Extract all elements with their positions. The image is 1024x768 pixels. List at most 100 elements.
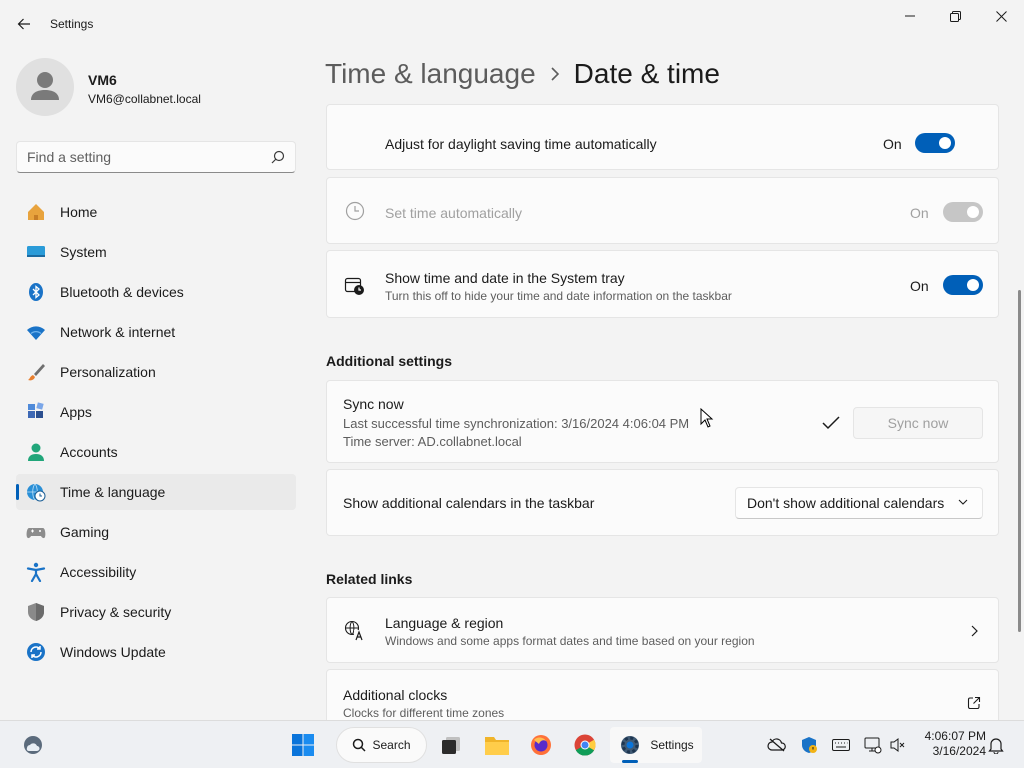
sidebar-item-network[interactable]: Network & internet bbox=[16, 314, 296, 350]
search-icon bbox=[353, 738, 367, 752]
sync-now-button[interactable]: Sync now bbox=[853, 407, 983, 439]
keyboard-icon[interactable] bbox=[832, 738, 850, 752]
related-links-heading: Related links bbox=[326, 571, 413, 587]
tray-title: Show time and date in the System tray bbox=[385, 270, 625, 286]
calendars-dropdown[interactable]: Don't show additional calendars bbox=[735, 487, 983, 519]
breadcrumb: Time & language Date & time bbox=[325, 58, 720, 90]
sidebar-item-gaming[interactable]: Gaming bbox=[16, 514, 296, 550]
sidebar-item-label: Windows Update bbox=[60, 644, 166, 660]
chevron-right-icon bbox=[971, 625, 978, 637]
app-title: Settings bbox=[50, 17, 94, 31]
sidebar-item-label: Accessibility bbox=[60, 564, 137, 580]
restore-icon bbox=[949, 10, 961, 22]
additional-settings-heading: Additional settings bbox=[326, 353, 452, 369]
title-bar: Settings bbox=[0, 0, 1024, 48]
security-shield-icon[interactable] bbox=[800, 736, 818, 754]
volume-muted-icon[interactable] bbox=[889, 736, 907, 754]
dst-toggle[interactable] bbox=[915, 133, 955, 153]
set-time-auto-toggle[interactable] bbox=[943, 202, 983, 222]
sidebar-nav: Home System Bluetooth & devices Network … bbox=[16, 194, 296, 674]
task-view-button[interactable] bbox=[433, 727, 469, 763]
bluetooth-icon bbox=[26, 282, 46, 302]
taskbar-settings-label: Settings bbox=[650, 738, 694, 752]
sidebar-item-label: Accounts bbox=[60, 444, 118, 460]
system-clock[interactable]: 4:06:07 PM 3/16/2024 bbox=[916, 729, 986, 759]
set-time-auto-card: Set time automatically On bbox=[326, 177, 999, 244]
language-icon bbox=[344, 620, 366, 642]
sync-card: Sync now Last successful time synchroniz… bbox=[326, 380, 999, 463]
additional-clocks-title: Additional clocks bbox=[343, 687, 448, 703]
search-icon[interactable] bbox=[271, 150, 285, 164]
shield-icon bbox=[26, 602, 46, 622]
tray-toggle[interactable] bbox=[943, 275, 983, 295]
set-time-auto-title: Set time automatically bbox=[385, 205, 522, 221]
system-icon bbox=[26, 242, 46, 262]
set-time-auto-state: On bbox=[910, 205, 929, 221]
search-input[interactable] bbox=[17, 142, 262, 172]
start-button[interactable] bbox=[284, 727, 322, 763]
sidebar-item-windows-update[interactable]: Windows Update bbox=[16, 634, 296, 670]
sidebar-item-privacy[interactable]: Privacy & security bbox=[16, 594, 296, 630]
sidebar-item-label: Bluetooth & devices bbox=[60, 284, 184, 300]
time-server-text: Time server: AD.collabnet.local bbox=[343, 434, 522, 449]
sidebar-item-label: Time & language bbox=[60, 484, 166, 500]
notification-bell-icon[interactable] bbox=[988, 736, 1004, 754]
dst-toggle-state: On bbox=[883, 136, 902, 152]
page-title: Date & time bbox=[573, 58, 720, 89]
sidebar-item-label: Gaming bbox=[60, 524, 110, 540]
cloud-offline-icon[interactable] bbox=[767, 737, 787, 753]
sidebar-item-time-language[interactable]: Time & language bbox=[16, 474, 296, 510]
scrollbar[interactable] bbox=[1018, 290, 1021, 632]
breadcrumb-parent[interactable]: Time & language bbox=[325, 58, 536, 90]
sidebar-item-bluetooth[interactable]: Bluetooth & devices bbox=[16, 274, 296, 310]
home-icon bbox=[26, 202, 46, 222]
globe-clock-icon bbox=[26, 482, 46, 502]
back-arrow-icon bbox=[17, 18, 30, 30]
language-region-title: Language & region bbox=[385, 615, 504, 631]
checkmark-icon bbox=[822, 416, 840, 430]
sidebar-item-accounts[interactable]: Accounts bbox=[16, 434, 296, 470]
user-email: VM6@collabnet.local bbox=[88, 92, 201, 106]
apps-icon bbox=[26, 402, 46, 422]
clock-date: 3/16/2024 bbox=[932, 744, 986, 758]
accessibility-icon bbox=[26, 562, 46, 582]
gamepad-icon bbox=[26, 522, 46, 542]
chrome-button[interactable] bbox=[567, 727, 603, 763]
sidebar-item-label: Privacy & security bbox=[60, 604, 172, 620]
back-button[interactable] bbox=[8, 8, 40, 40]
mouse-cursor-icon bbox=[700, 408, 714, 428]
sidebar-item-personalization[interactable]: Personalization bbox=[16, 354, 296, 390]
additional-clocks-description: Clocks for different time zones bbox=[343, 706, 505, 720]
user-name: VM6 bbox=[88, 72, 117, 88]
chevron-right-icon bbox=[550, 67, 560, 81]
task-view-icon bbox=[442, 737, 460, 754]
tray-description: Turn this off to hide your time and date… bbox=[385, 289, 732, 303]
sidebar-item-apps[interactable]: Apps bbox=[16, 394, 296, 430]
maximize-button[interactable] bbox=[932, 0, 978, 32]
sidebar-item-label: Home bbox=[60, 204, 98, 220]
windows-logo-icon bbox=[292, 734, 314, 756]
taskbar-search[interactable]: Search bbox=[336, 727, 427, 763]
close-icon bbox=[995, 10, 1007, 22]
sidebar-item-system[interactable]: System bbox=[16, 234, 296, 270]
firefox-button[interactable] bbox=[523, 727, 559, 763]
sidebar-item-accessibility[interactable]: Accessibility bbox=[16, 554, 296, 590]
sidebar-item-label: Network & internet bbox=[60, 324, 176, 340]
file-explorer-button[interactable] bbox=[479, 727, 515, 763]
language-region-description: Windows and some apps format dates and t… bbox=[385, 634, 755, 648]
widgets-button[interactable] bbox=[16, 727, 50, 763]
sidebar-item-home[interactable]: Home bbox=[16, 194, 296, 230]
update-icon bbox=[26, 642, 46, 662]
open-external-icon bbox=[967, 696, 981, 710]
language-region-link[interactable]: Language & region Windows and some apps … bbox=[326, 597, 999, 663]
dst-setting-card: Adjust for daylight saving time automati… bbox=[326, 104, 999, 170]
minimize-button[interactable] bbox=[887, 0, 933, 32]
sidebar-item-label: System bbox=[60, 244, 107, 260]
chrome-icon bbox=[574, 734, 596, 756]
network-monitor-icon[interactable] bbox=[864, 736, 882, 754]
user-avatar-icon bbox=[31, 72, 59, 100]
close-button[interactable] bbox=[978, 0, 1024, 32]
calendars-card: Show additional calendars in the taskbar… bbox=[326, 469, 999, 536]
weather-icon bbox=[24, 736, 42, 754]
taskbar-settings-button[interactable]: Settings bbox=[610, 727, 702, 763]
